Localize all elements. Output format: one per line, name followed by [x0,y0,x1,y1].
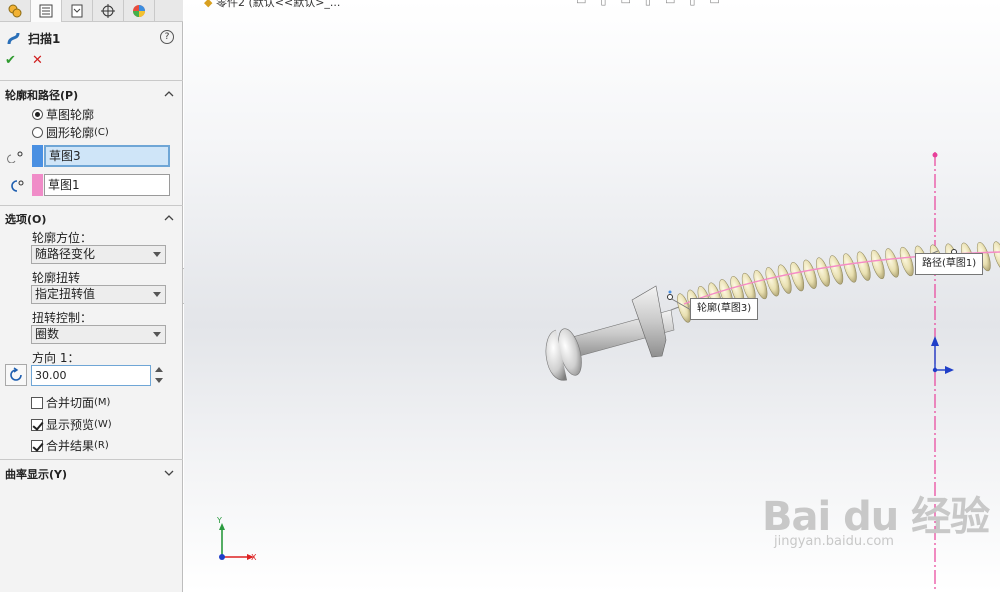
feature-title: 扫描1 [28,31,61,46]
merge-result-label: 合并结果 [46,439,95,453]
twist-label: 轮廓扭转 [32,271,81,285]
radio-button[interactable] [32,109,43,120]
tab-dimxpert[interactable] [93,0,124,22]
axis-endpoint [932,152,938,158]
chevron-down-icon [153,332,161,337]
orientation-value: 随路径变化 [35,247,96,261]
merge-tangent-checkbox-row[interactable]: 合并切面 (M) [31,394,110,411]
show-preview-shortcut: (W) [94,419,112,430]
helix-turn [993,241,1000,271]
direction-label: 方向 1： [32,351,80,365]
show-preview-checkbox[interactable] [31,418,43,431]
tab-display-manager[interactable] [124,0,155,22]
path-selection-box[interactable]: 草图1 [44,174,170,196]
merge-tangent-checkbox[interactable] [31,396,43,409]
spin-up-icon[interactable] [155,367,163,372]
radio-sketch-profile[interactable]: 草图轮廓 [32,106,94,123]
profile-selection-row: 草图3 [5,145,170,167]
path-callout[interactable]: 路径(草图1) [915,253,984,275]
helix-turn [885,248,900,278]
reverse-direction-button[interactable] [5,364,27,386]
show-preview-label: 显示预览 [46,418,95,432]
origin-point [932,367,938,373]
orientation-label: 轮廓方位： [32,231,93,245]
twist-control-dropdown[interactable]: 圈数 [31,325,166,344]
twist-angle-input[interactable]: 30.00 [31,365,151,386]
merge-result-checkbox[interactable] [31,439,43,452]
feature-manager-icon [8,4,22,18]
radio-button[interactable] [32,127,43,138]
twist-control-label: 扭转控制： [32,311,93,325]
section-title-curvature[interactable]: 曲率显示(Y) [5,466,67,482]
tab-configuration-manager[interactable] [62,0,93,22]
radio-shortcut: (C) [94,127,109,138]
dimxpert-icon [101,4,115,18]
radio-label: 圆形轮廓 [46,126,95,140]
profile-icon [7,151,23,163]
divider [0,80,183,81]
tab-property-manager[interactable] [31,0,62,22]
orientation-dropdown[interactable]: 随路径变化 [31,245,166,264]
chevron-down-icon [153,292,161,297]
merge-result-shortcut: (R) [94,440,109,451]
path-icon [11,180,24,192]
divider [0,205,183,206]
profile-selection-box[interactable]: 草图3 [44,145,170,167]
helix-turn [856,251,871,281]
merge-tangent-label: 合并切面 [46,396,95,410]
reverse-direction-icon [10,367,22,381]
twist-control-value: 圈数 [35,327,60,341]
twist-value: 指定扭转值 [35,287,96,301]
chevron-up-icon[interactable] [164,213,174,223]
help-icon[interactable]: ? [160,30,174,44]
axis-y-label: Y [216,516,222,525]
watermark: Bai du 经验 jingyan.baidu.com [762,484,990,549]
divider [0,459,183,460]
twist-dropdown[interactable]: 指定扭转值 [31,285,166,304]
path-selection-row: 草图1 [5,174,170,196]
arrowhead [945,366,954,374]
property-manager-panel: 扫描1 ? ✔ ✕ 轮廓和路径(P) 草图轮廓 圆形轮廓 (C) 草图3 草图1 … [0,0,183,592]
spin-down-icon[interactable] [155,378,163,383]
merge-result-checkbox-row[interactable]: 合并结果 (R) [31,437,109,454]
angle-spinner[interactable] [154,365,164,386]
tab-feature-manager[interactable] [0,0,31,22]
chevron-up-icon[interactable] [164,89,174,99]
chevron-down-icon [153,252,161,257]
profile-callout[interactable]: 轮廓(草图3) [690,298,759,320]
configuration-manager-icon [71,4,83,18]
merge-tangent-shortcut: (M) [94,397,111,408]
arrowhead [931,336,939,346]
graphics-viewport[interactable]: ◆ 零件2 (默认<<默认>_... ▭ ▯ ▭ ▯ ▭ ▯ ▭ Y X 轮廓(… [184,0,1000,592]
bolt-body [545,285,685,381]
ok-button[interactable]: ✔ [5,54,19,68]
property-manager-icon [39,4,53,18]
helix-turn [842,253,857,283]
show-preview-checkbox-row[interactable]: 显示预览 (W) [31,416,112,433]
helix-turn [899,246,914,277]
profile-color-swatch [32,145,43,167]
radio-circular-profile[interactable]: 圆形轮廓 (C) [32,124,109,141]
profile-point[interactable] [667,294,673,300]
section-title-options: 选项(O) [5,213,47,226]
watermark-url: jingyan.baidu.com [774,534,894,549]
section-title-profile-path: 轮廓和路径(P) [5,89,79,102]
chevron-down-icon[interactable] [164,468,174,478]
manager-tabs [0,0,183,22]
axis-x-label: X [251,553,257,562]
helix-turn [870,249,885,280]
cancel-button[interactable]: ✕ [32,54,46,68]
feature-header: 扫描1 ? [6,28,176,48]
coordinate-triad: Y X [216,516,257,562]
radio-label: 草图轮廓 [46,108,95,122]
profile-marker [668,290,672,294]
sweep-icon [7,32,20,45]
path-color-swatch [32,174,43,196]
display-manager-icon [133,5,145,17]
